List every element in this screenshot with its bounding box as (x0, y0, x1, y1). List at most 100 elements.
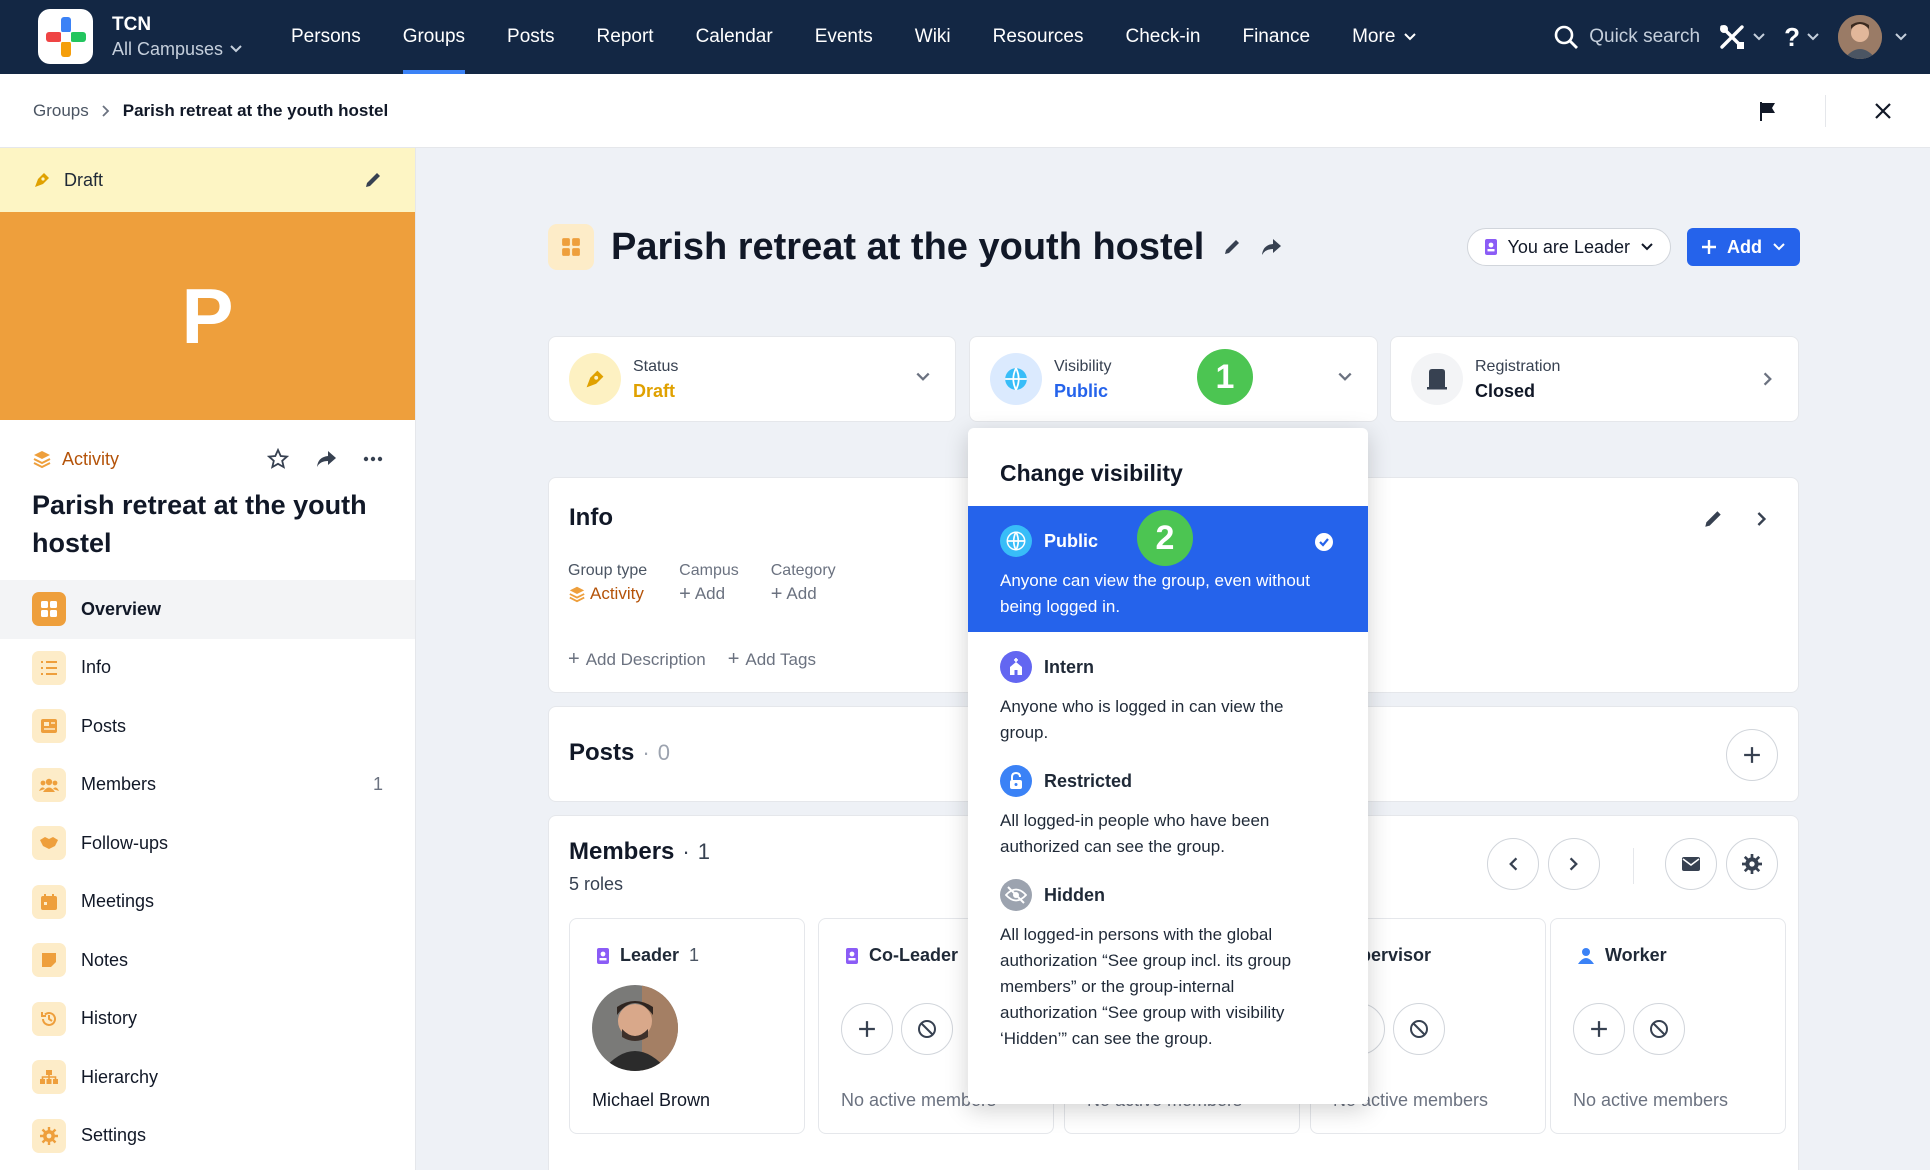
page-title-row: Parish retreat at the youth hostel (611, 222, 1282, 272)
edit-icon[interactable] (1222, 237, 1242, 257)
breadcrumb-actions (1759, 94, 1892, 127)
chevron-down-icon (1773, 243, 1785, 251)
member-name[interactable]: Michael Brown (592, 1090, 710, 1111)
no-member-button[interactable] (1633, 1003, 1685, 1055)
role-card-leader: Leader 1 Michael Brown (569, 918, 805, 1134)
share-icon[interactable] (315, 449, 337, 469)
members-count: 1 (372, 774, 383, 795)
nav-more[interactable]: More (1331, 0, 1438, 74)
status-icon-circle (569, 353, 621, 405)
app-logo[interactable] (38, 9, 93, 64)
help-icon: ? (1784, 21, 1800, 52)
status-card[interactable]: Status Draft (548, 336, 956, 422)
breadcrumb-groups[interactable]: Groups (33, 101, 89, 121)
visibility-option-hidden[interactable]: Hidden All logged-in persons with the gl… (968, 860, 1368, 1052)
quick-search[interactable]: Quick search (1553, 24, 1700, 50)
menu-item-notes[interactable]: Notes (0, 931, 415, 990)
edit-icon[interactable] (1702, 508, 1724, 530)
add-member-button[interactable] (1573, 1003, 1625, 1055)
church-icon (1000, 651, 1032, 683)
campus-field[interactable]: Campus + Add (679, 560, 739, 606)
add-post-button[interactable] (1726, 729, 1778, 781)
ban-icon (1650, 1020, 1668, 1038)
members-prev-button[interactable] (1487, 838, 1539, 890)
nav-check-in[interactable]: Check-in (1105, 0, 1222, 74)
registration-card[interactable]: Registration Closed (1390, 336, 1799, 422)
menu-item-posts[interactable]: Posts (0, 697, 415, 756)
globe-icon (1005, 367, 1027, 391)
more-icon[interactable] (363, 456, 383, 462)
status-label: Status (633, 358, 679, 375)
visibility-value: Public (1054, 381, 1109, 401)
nav-calendar[interactable]: Calendar (675, 0, 794, 74)
nav-report[interactable]: Report (576, 0, 675, 74)
member-avatar[interactable] (592, 985, 678, 1071)
menu-item-members[interactable]: Members 1 (0, 756, 415, 815)
eye-slash-icon (1000, 879, 1032, 911)
add-member-button[interactable] (841, 1003, 893, 1055)
top-navigation: TCN All Campuses Persons Groups Posts Re… (0, 0, 1930, 74)
menu-item-meetings[interactable]: Meetings (0, 873, 415, 932)
flag-icon[interactable] (1759, 101, 1777, 121)
org-switcher[interactable]: TCN All Campuses (112, 13, 243, 61)
visibility-option-restricted[interactable]: Restricted All logged-in people who have… (968, 746, 1368, 860)
members-title: Members (569, 838, 675, 865)
menu-item-settings[interactable]: Settings (0, 1107, 415, 1166)
chevron-down-icon (1338, 372, 1352, 381)
org-name: TCN (112, 14, 152, 35)
cross-logo-icon (45, 16, 86, 57)
menu-item-follow-ups[interactable]: Follow-ups (0, 814, 415, 873)
users-icon (32, 767, 66, 802)
user-avatar-icon (1838, 15, 1882, 59)
nav-wiki[interactable]: Wiki (894, 0, 972, 74)
gear-icon (32, 1118, 66, 1153)
nav-resources[interactable]: Resources (972, 0, 1105, 74)
role-button[interactable]: You are Leader (1466, 228, 1671, 266)
add-description-link[interactable]: + Add Description (568, 648, 706, 671)
hero-letter: P (181, 271, 234, 360)
email-members-button[interactable] (1665, 838, 1717, 890)
menu-item-hierarchy[interactable]: Hierarchy (0, 1048, 415, 1107)
members-settings-button[interactable] (1726, 838, 1778, 890)
chevron-right-icon (1569, 857, 1578, 871)
chevron-right-icon[interactable] (1756, 510, 1768, 528)
menu-item-overview[interactable]: Overview (0, 580, 415, 639)
nav-groups[interactable]: Groups (382, 0, 486, 74)
nav-finance[interactable]: Finance (1221, 0, 1331, 74)
visibility-option-intern[interactable]: Intern Anyone who is logged in can view … (968, 632, 1368, 746)
tools-menu[interactable] (1718, 23, 1766, 51)
visibility-card[interactable]: Visibility Public (969, 336, 1378, 422)
share-icon[interactable] (1260, 237, 1282, 257)
calendar-icon (32, 884, 66, 919)
close-icon[interactable] (1874, 102, 1892, 120)
star-icon[interactable] (267, 448, 289, 470)
group-type-field: Group type Activity (568, 562, 648, 603)
menu-item-info[interactable]: Info (0, 639, 415, 698)
draft-label: Draft (64, 169, 104, 190)
layers-icon (569, 586, 585, 603)
no-member-button[interactable] (1393, 1003, 1445, 1055)
menu-item-history[interactable]: History (0, 990, 415, 1049)
campus-selector[interactable]: All Campuses (112, 37, 243, 61)
help-menu[interactable]: ? (1784, 22, 1820, 53)
posts-count: 0 (657, 740, 670, 765)
info-title: Info (569, 504, 613, 531)
user-menu[interactable] (1838, 15, 1908, 59)
no-member-button[interactable] (901, 1003, 953, 1055)
category-field[interactable]: Category + Add (771, 560, 836, 606)
add-button[interactable]: Add (1687, 228, 1800, 266)
door-icon (1427, 369, 1447, 390)
nav-persons[interactable]: Persons (270, 0, 382, 74)
globe-icon (1000, 525, 1032, 557)
grid-icon (562, 238, 580, 256)
nav-posts[interactable]: Posts (486, 0, 576, 74)
divider (1633, 848, 1634, 884)
role-name: Worker (1605, 945, 1667, 965)
pen-nib-icon (586, 370, 604, 388)
members-next-button[interactable] (1548, 838, 1600, 890)
chevron-right-icon (102, 104, 110, 117)
add-tags-link[interactable]: + Add Tags (728, 648, 816, 671)
history-icon (32, 1001, 66, 1036)
edit-icon[interactable] (363, 170, 383, 190)
nav-events[interactable]: Events (794, 0, 894, 74)
